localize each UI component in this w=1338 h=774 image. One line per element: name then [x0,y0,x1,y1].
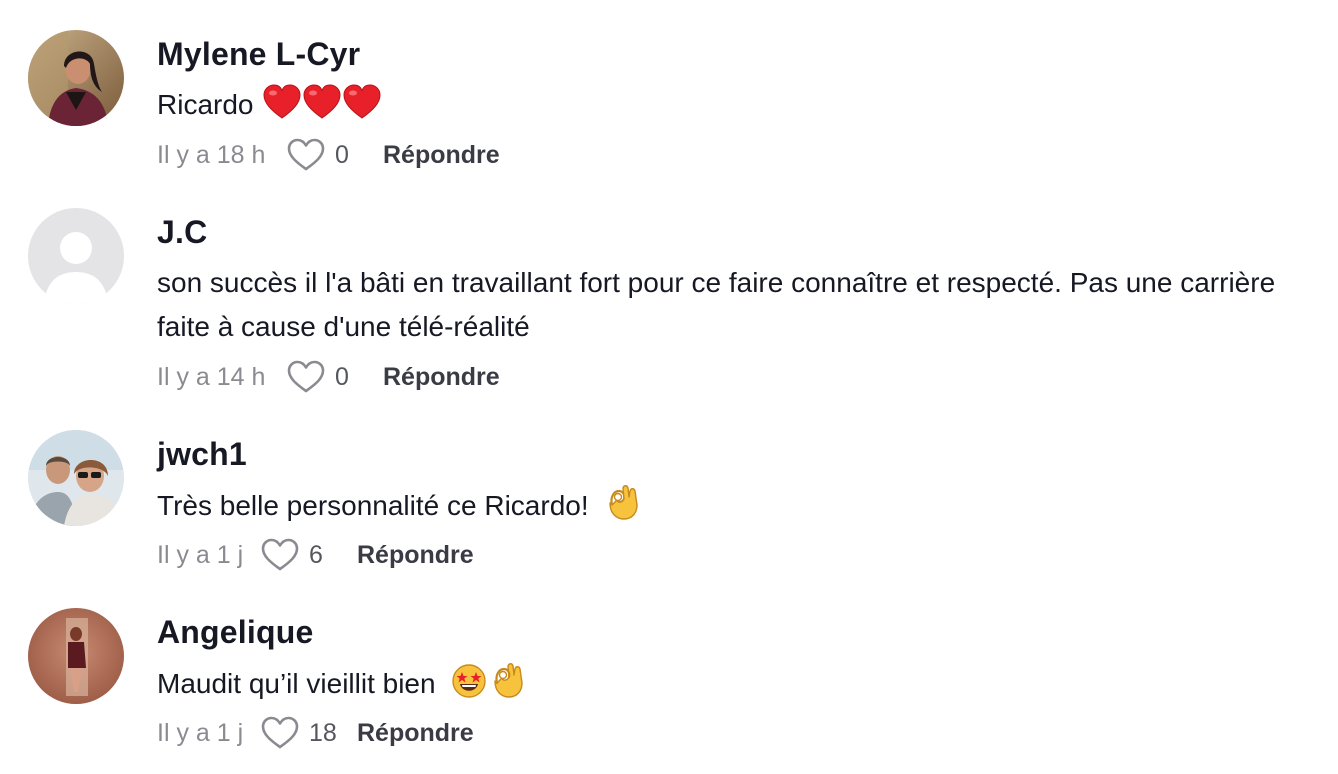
comment-timestamp: Il y a 1 j [157,718,244,747]
ok-hand-emoji-icon [604,483,640,521]
star-struck-emoji-icon [451,663,487,699]
comment-meta: Il y a 18 h 0 Répondre [157,138,500,172]
avatar[interactable] [28,30,124,126]
comment-meta: Il y a 14 h 0 Répondre [157,360,500,394]
heart-outline-icon [287,360,325,393]
avatar[interactable] [28,608,124,704]
ok-hand-emoji-icon [489,661,525,699]
avatar[interactable] [28,208,124,304]
avatar[interactable] [28,430,124,526]
comment-text: Maudit qu’il vieillit bien [157,661,1317,706]
heart-outline-icon [261,716,299,749]
comment-username[interactable]: jwch1 [157,436,247,473]
comment-username[interactable]: Angelique [157,614,313,651]
comment-text: son succès il l'a bâti en travaillant fo… [157,261,1317,349]
like-count: 0 [335,140,349,169]
red-heart-emoji-icon [343,84,381,120]
comment-text-content: son succès il l'a bâti en travaillant fo… [157,267,1276,342]
comment-timestamp: Il y a 18 h [157,140,266,169]
like-count: 6 [309,540,323,569]
like-count: 18 [309,718,337,747]
reply-button[interactable]: Répondre [383,363,500,392]
like-button[interactable]: 6 [261,538,357,572]
reply-button[interactable]: Répondre [357,541,474,570]
like-button[interactable]: 0 [287,138,383,172]
reply-button[interactable]: Répondre [357,719,474,748]
red-heart-emoji-icon [263,84,301,120]
comment-text: Ricardo [157,83,1317,127]
heart-outline-icon [287,138,325,171]
like-count: 0 [335,362,349,391]
heart-outline-icon [261,538,299,571]
comment-meta: Il y a 1 j 6 Répondre [157,538,474,572]
like-button[interactable]: 18 [261,716,357,750]
red-heart-emoji-icon [303,84,341,120]
comment-timestamp: Il y a 14 h [157,362,266,391]
like-button[interactable]: 0 [287,360,383,394]
comment-meta: Il y a 1 j 18 Répondre [157,716,474,750]
comment-text-content: Ricardo [157,89,254,120]
comment-text: Très belle personnalité ce Ricardo! [157,483,1317,528]
comment-username[interactable]: Mylene L-Cyr [157,36,360,73]
comment-username[interactable]: J.C [157,214,207,251]
comment-text-content: Très belle personnalité ce Ricardo! [157,490,589,521]
comment-text-content: Maudit qu’il vieillit bien [157,668,436,699]
comment-list: Mylene L-Cyr Ricardo Il y a 18 h 0 Répon… [0,0,1338,774]
reply-button[interactable]: Répondre [383,141,500,170]
comment-timestamp: Il y a 1 j [157,540,244,569]
